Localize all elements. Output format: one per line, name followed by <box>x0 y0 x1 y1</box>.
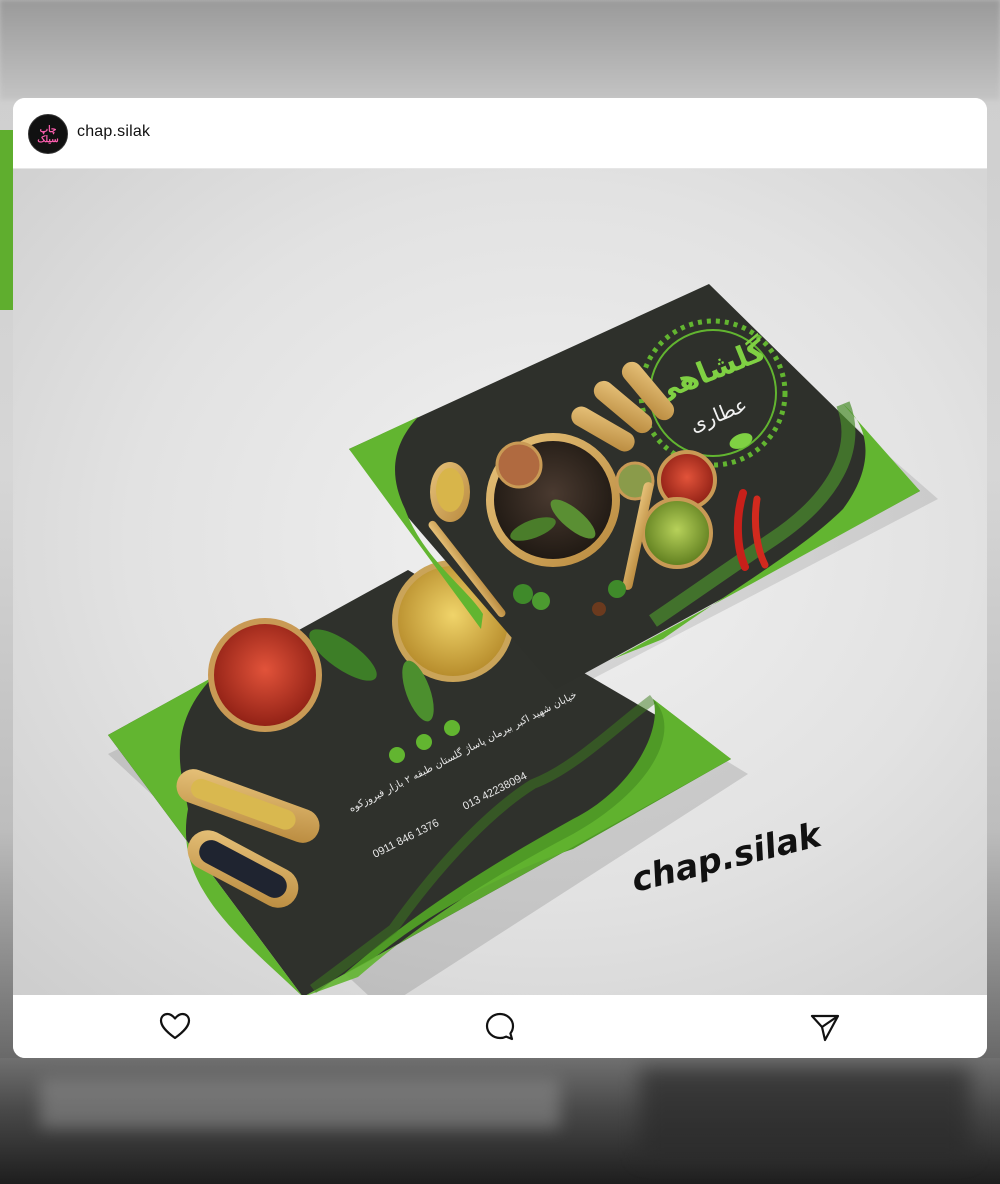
comment-button[interactable] <box>483 1010 517 1044</box>
post-actions <box>13 996 987 1058</box>
comment-icon <box>485 1012 515 1041</box>
avatar-logo-text: چاپ سیلک <box>37 124 59 144</box>
spice-bowl <box>208 618 322 732</box>
spice-bowl <box>641 497 713 569</box>
send-icon <box>810 1014 840 1042</box>
avatar[interactable]: چاپ سیلک <box>28 114 68 154</box>
background-accent <box>0 130 14 310</box>
background-top <box>0 0 1000 100</box>
business-card-mockup: خیابان شهید اکبر بیرمان پاساژ گلستان طبق… <box>108 284 938 995</box>
username-link[interactable]: chap.silak <box>77 123 150 141</box>
post-header: چاپ سیلک chap.silak <box>13 98 987 169</box>
post-image[interactable]: خیابان شهید اکبر بیرمان پاساژ گلستان طبق… <box>13 169 987 995</box>
instagram-post: چاپ سیلک chap.silak خیابان شهید اکبر بیر… <box>13 98 987 1058</box>
like-button[interactable] <box>158 1010 192 1044</box>
background-bottom <box>0 1058 1000 1184</box>
heart-icon <box>159 1012 191 1040</box>
share-button[interactable] <box>808 1010 842 1044</box>
